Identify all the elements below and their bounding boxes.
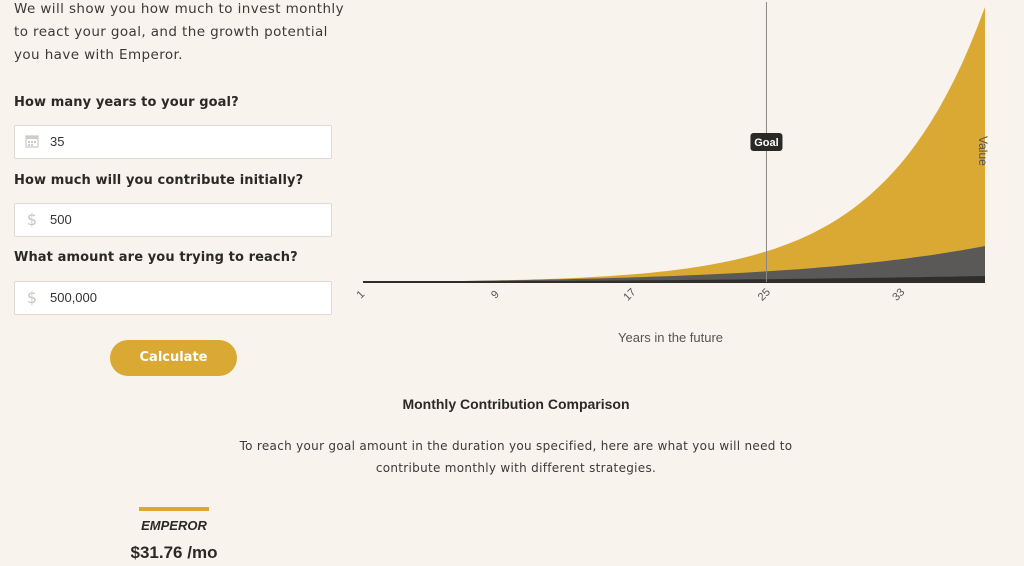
goal-label: Goal xyxy=(754,137,778,149)
x-tick-label: 17 xyxy=(621,286,638,303)
comparison-desc-line-2: contribute monthly with different strate… xyxy=(375,461,657,475)
emperor-strategy-name: EMPEROR xyxy=(141,518,207,533)
area-series-1 xyxy=(363,7,985,282)
x-tick-label: 25 xyxy=(756,286,773,303)
x-axis-title: Years in the future xyxy=(618,330,724,345)
comparison-title: Monthly Contribution Comparison xyxy=(402,396,630,412)
chart-ticks: 1 9 17 25 33 xyxy=(354,286,907,303)
comparison-desc-line-1: To reach your goal amount in the duratio… xyxy=(239,439,793,453)
emperor-monthly-price: $31.76 /mo xyxy=(130,543,218,562)
calculate-button[interactable]: Calculate xyxy=(110,340,237,376)
goal-marker-group: Goal xyxy=(750,2,783,282)
y-axis-title: Value xyxy=(976,136,990,166)
emperor-accent-bar xyxy=(139,507,209,511)
x-tick-label: 1 xyxy=(354,288,367,301)
x-tick-label: 9 xyxy=(489,288,502,301)
x-tick-label: 33 xyxy=(890,286,907,303)
chart-areas xyxy=(363,7,985,283)
comparison-description: To reach your goal amount in the duratio… xyxy=(0,435,1024,479)
growth-chart: 1 9 17 25 33 Goal xyxy=(354,2,985,303)
